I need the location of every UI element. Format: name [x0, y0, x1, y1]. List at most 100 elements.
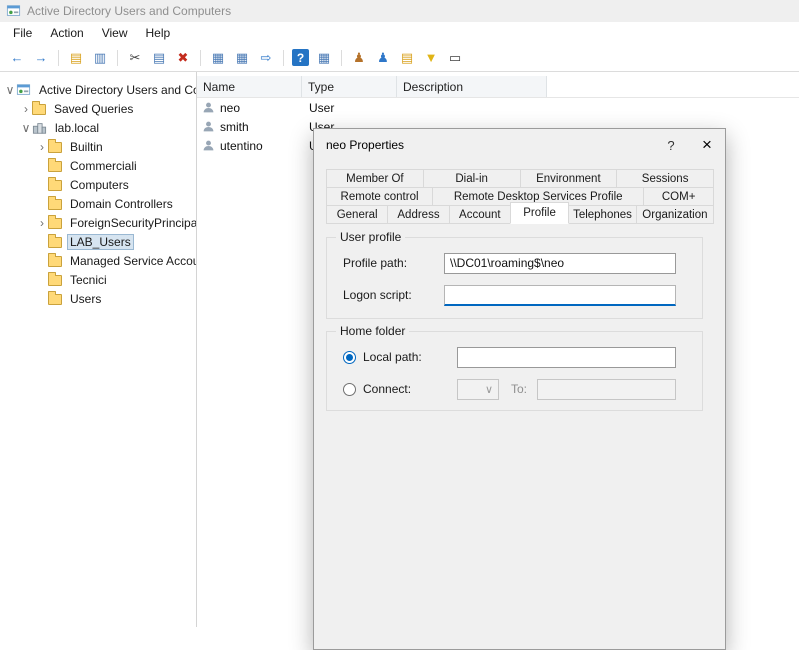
menu-file[interactable]: File [4, 23, 41, 43]
folder-icon [32, 104, 46, 115]
profile-path-row: Profile path: [343, 252, 676, 274]
list-header: Name Type Description [197, 76, 799, 98]
folder-icon [48, 256, 62, 267]
dialog-help-button[interactable]: ? [653, 129, 689, 161]
user-profile-groupbox: User profile Profile path: Logon script: [326, 237, 703, 319]
tab-address[interactable]: Address [387, 205, 449, 224]
grid-view-icon[interactable]: ▦ [313, 48, 335, 68]
connect-radio[interactable] [343, 383, 356, 396]
column-header-type[interactable]: Type [302, 76, 397, 97]
menu-help[interactable]: Help [137, 23, 180, 43]
tree-item-builtin[interactable]: › Builtin [0, 137, 196, 156]
tree-item-commerciali[interactable]: Commerciali [0, 156, 196, 175]
list-view-icon[interactable]: ▦ [207, 48, 229, 68]
chevron-right-icon[interactable]: › [36, 217, 48, 229]
folder-icon [48, 142, 62, 153]
tree-item-label: Computers [67, 177, 132, 193]
tree-item-lab-local[interactable]: ∨ lab.local [0, 118, 196, 137]
details-view-icon[interactable]: ▦ [231, 48, 253, 68]
dialog-close-button[interactable]: × [689, 129, 725, 161]
tree-item-computers[interactable]: Computers [0, 175, 196, 194]
logon-script-input[interactable] [444, 285, 676, 306]
column-header-name[interactable]: Name [197, 76, 302, 97]
logon-script-row: Logon script: [343, 284, 676, 306]
column-header-description[interactable]: Description [397, 76, 547, 97]
to-label: To: [511, 382, 527, 396]
toolbar-separator [283, 50, 284, 66]
new-group-icon[interactable]: ♟ [372, 48, 394, 68]
tab-telephones[interactable]: Telephones [568, 205, 637, 224]
local-path-row: Local path: [343, 346, 676, 368]
chevron-down-icon[interactable]: ∨ [20, 122, 32, 134]
tab-member-of[interactable]: Member Of [326, 169, 424, 188]
titlebar: Active Directory Users and Computers [0, 0, 799, 22]
groupbox-label: Home folder [336, 324, 409, 338]
window-title: Active Directory Users and Computers [27, 4, 231, 18]
drive-letter-select[interactable]: ∨ [457, 379, 499, 400]
show-tree-icon[interactable]: ▤ [65, 48, 87, 68]
new-user-icon[interactable]: ♟ [348, 48, 370, 68]
tab-dial-in[interactable]: Dial-in [423, 169, 521, 188]
forward-icon[interactable]: → [30, 48, 52, 68]
tree-item-label: Users [67, 291, 104, 307]
table-row[interactable]: neo User [197, 98, 799, 117]
cut-icon[interactable]: ✂ [124, 48, 146, 68]
tree-item-tecnici[interactable]: Tecnici [0, 270, 196, 289]
menu-view[interactable]: View [93, 23, 137, 43]
tab-sessions[interactable]: Sessions [616, 169, 714, 188]
tab-profile[interactable]: Profile [510, 202, 569, 224]
tree-item-lab-users[interactable]: LAB_Users [0, 232, 196, 251]
delete-icon[interactable]: ✖ [172, 48, 194, 68]
filter-icon[interactable]: ▼ [420, 48, 442, 68]
ou-icon [48, 199, 62, 210]
chevron-right-icon[interactable]: › [36, 141, 48, 153]
tab-remote-control[interactable]: Remote control [326, 187, 433, 206]
console-tree: ∨ Active Directory Users and Com › Saved… [0, 72, 197, 627]
ou-icon [48, 237, 62, 248]
copy-icon[interactable]: ▤ [148, 48, 170, 68]
folder-icon [48, 180, 62, 191]
tree-item-label: Domain Controllers [67, 196, 176, 212]
connect-path-input[interactable] [537, 379, 676, 400]
tab-strip: Member Of Dial-in Environment Sessions R… [326, 169, 714, 224]
row-name: utentino [220, 139, 263, 153]
tree-item-users[interactable]: Users [0, 289, 196, 308]
remote-control-icon[interactable]: ▭ [444, 48, 466, 68]
toolbar-separator [200, 50, 201, 66]
local-path-input[interactable] [457, 347, 676, 368]
profile-path-input[interactable] [444, 253, 676, 274]
menubar: File Action View Help [0, 22, 799, 44]
help-icon[interactable]: ? [292, 49, 309, 66]
menu-action[interactable]: Action [41, 23, 92, 43]
tree-item-domain-controllers[interactable]: Domain Controllers [0, 194, 196, 213]
chevron-right-icon[interactable]: › [20, 103, 32, 115]
back-icon[interactable]: ← [6, 48, 28, 68]
export-list-icon[interactable]: ⇨ [255, 48, 277, 68]
new-ou-icon[interactable]: ▤ [396, 48, 418, 68]
user-icon [202, 101, 215, 114]
tab-environment[interactable]: Environment [520, 169, 618, 188]
tree-item-root[interactable]: ∨ Active Directory Users and Com [0, 80, 196, 99]
toolbar-separator [117, 50, 118, 66]
neo-properties-dialog: neo Properties ? × Member Of Dial-in Env… [313, 128, 726, 650]
toolbar-separator [58, 50, 59, 66]
tree-item-foreign-security-principals[interactable]: › ForeignSecurityPrincipals [0, 213, 196, 232]
connect-label: Connect: [363, 382, 457, 396]
tree-item-saved-queries[interactable]: › Saved Queries [0, 99, 196, 118]
tree-item-label: ForeignSecurityPrincipals [67, 215, 197, 231]
tree-item-managed-service-accounts[interactable]: Managed Service Accoun [0, 251, 196, 270]
tab-com-plus[interactable]: COM+ [643, 187, 714, 206]
properties-window-icon[interactable]: ▥ [89, 48, 111, 68]
tree-item-label: Commerciali [67, 158, 140, 174]
local-path-radio[interactable] [343, 351, 356, 364]
row-name: smith [220, 120, 249, 134]
dialog-title: neo Properties [326, 138, 653, 152]
folder-icon [48, 218, 62, 229]
chevron-down-icon[interactable]: ∨ [4, 84, 16, 96]
tab-organization[interactable]: Organization [636, 205, 714, 224]
logon-script-label: Logon script: [343, 288, 444, 302]
tab-account[interactable]: Account [449, 205, 511, 224]
tab-general[interactable]: General [326, 205, 388, 224]
ou-icon [48, 275, 62, 286]
row-type: User [302, 101, 397, 115]
